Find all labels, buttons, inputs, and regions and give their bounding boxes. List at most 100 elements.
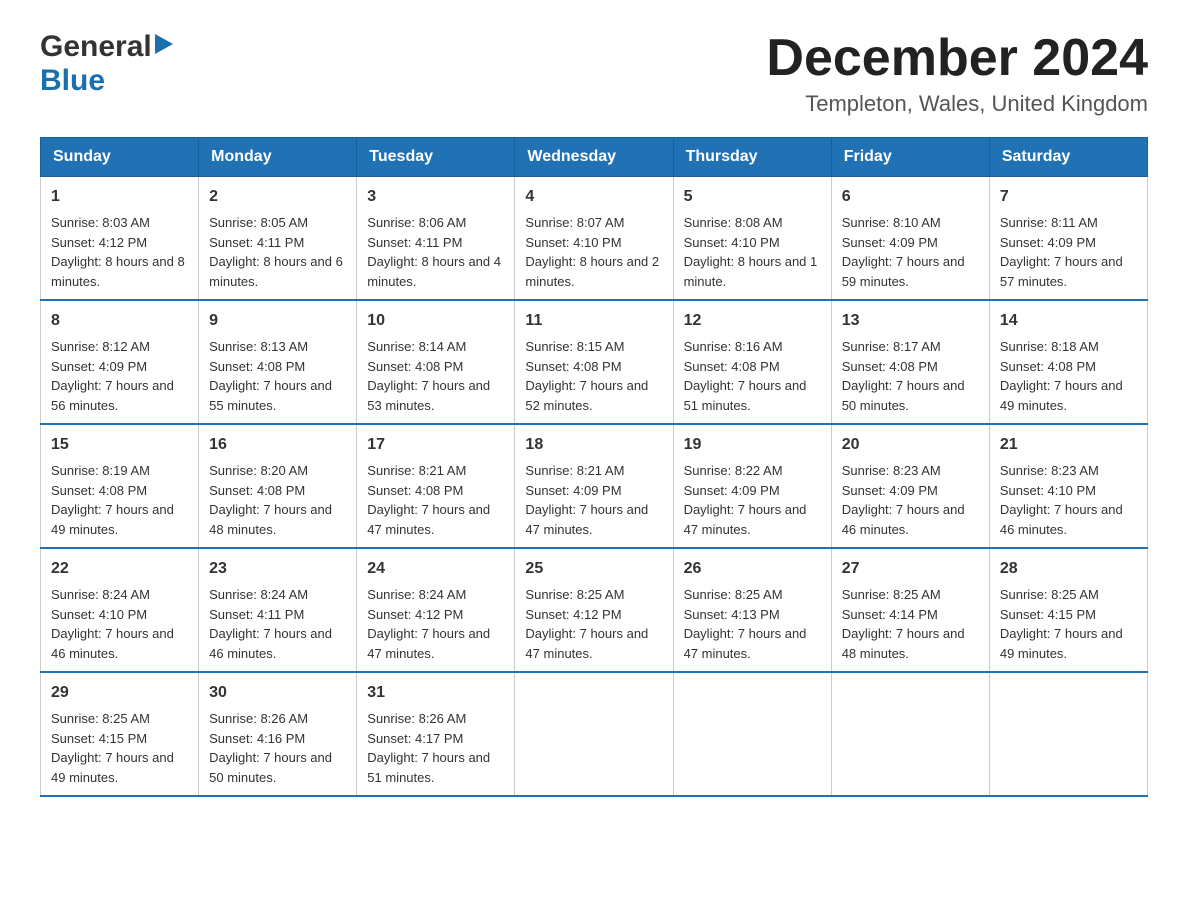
month-title: December 2024 — [766, 30, 1148, 87]
day-number: 4 — [525, 185, 662, 209]
day-info: Sunrise: 8:15 AMSunset: 4:08 PMDaylight:… — [525, 339, 648, 413]
day-info: Sunrise: 8:25 AMSunset: 4:13 PMDaylight:… — [684, 587, 807, 661]
day-number: 8 — [51, 309, 188, 333]
col-saturday: Saturday — [989, 138, 1147, 177]
day-info: Sunrise: 8:26 AMSunset: 4:17 PMDaylight:… — [367, 711, 490, 785]
day-number: 21 — [1000, 433, 1137, 457]
col-friday: Friday — [831, 138, 989, 177]
calendar-cell: 7 Sunrise: 8:11 AMSunset: 4:09 PMDayligh… — [989, 177, 1147, 301]
calendar-header: Sunday Monday Tuesday Wednesday Thursday… — [41, 138, 1148, 177]
calendar-week-4: 22 Sunrise: 8:24 AMSunset: 4:10 PMDaylig… — [41, 548, 1148, 672]
day-info: Sunrise: 8:13 AMSunset: 4:08 PMDaylight:… — [209, 339, 332, 413]
day-number: 17 — [367, 433, 504, 457]
calendar-week-2: 8 Sunrise: 8:12 AMSunset: 4:09 PMDayligh… — [41, 300, 1148, 424]
calendar-cell: 9 Sunrise: 8:13 AMSunset: 4:08 PMDayligh… — [199, 300, 357, 424]
day-info: Sunrise: 8:06 AMSunset: 4:11 PMDaylight:… — [367, 215, 501, 289]
logo-general-text: General — [40, 30, 152, 64]
day-info: Sunrise: 8:24 AMSunset: 4:10 PMDaylight:… — [51, 587, 174, 661]
day-number: 9 — [209, 309, 346, 333]
calendar-cell — [515, 672, 673, 796]
day-info: Sunrise: 8:24 AMSunset: 4:11 PMDaylight:… — [209, 587, 332, 661]
col-thursday: Thursday — [673, 138, 831, 177]
calendar-cell: 8 Sunrise: 8:12 AMSunset: 4:09 PMDayligh… — [41, 300, 199, 424]
location-subtitle: Templeton, Wales, United Kingdom — [766, 91, 1148, 117]
day-number: 10 — [367, 309, 504, 333]
calendar-cell: 5 Sunrise: 8:08 AMSunset: 4:10 PMDayligh… — [673, 177, 831, 301]
day-info: Sunrise: 8:25 AMSunset: 4:15 PMDaylight:… — [51, 711, 174, 785]
day-info: Sunrise: 8:03 AMSunset: 4:12 PMDaylight:… — [51, 215, 185, 289]
calendar-cell: 6 Sunrise: 8:10 AMSunset: 4:09 PMDayligh… — [831, 177, 989, 301]
day-number: 19 — [684, 433, 821, 457]
day-info: Sunrise: 8:23 AMSunset: 4:10 PMDaylight:… — [1000, 463, 1123, 537]
page-header: General Blue December 2024 Templeton, Wa… — [40, 30, 1148, 117]
day-number: 22 — [51, 557, 188, 581]
day-info: Sunrise: 8:21 AMSunset: 4:08 PMDaylight:… — [367, 463, 490, 537]
calendar-cell — [673, 672, 831, 796]
day-number: 14 — [1000, 309, 1137, 333]
day-info: Sunrise: 8:12 AMSunset: 4:09 PMDaylight:… — [51, 339, 174, 413]
day-info: Sunrise: 8:08 AMSunset: 4:10 PMDaylight:… — [684, 215, 818, 289]
calendar-cell — [831, 672, 989, 796]
calendar-cell: 2 Sunrise: 8:05 AMSunset: 4:11 PMDayligh… — [199, 177, 357, 301]
col-wednesday: Wednesday — [515, 138, 673, 177]
day-info: Sunrise: 8:05 AMSunset: 4:11 PMDaylight:… — [209, 215, 343, 289]
day-info: Sunrise: 8:16 AMSunset: 4:08 PMDaylight:… — [684, 339, 807, 413]
calendar-cell: 3 Sunrise: 8:06 AMSunset: 4:11 PMDayligh… — [357, 177, 515, 301]
day-number: 30 — [209, 681, 346, 705]
calendar-cell — [989, 672, 1147, 796]
col-tuesday: Tuesday — [357, 138, 515, 177]
day-info: Sunrise: 8:11 AMSunset: 4:09 PMDaylight:… — [1000, 215, 1123, 289]
day-number: 16 — [209, 433, 346, 457]
calendar-cell: 12 Sunrise: 8:16 AMSunset: 4:08 PMDaylig… — [673, 300, 831, 424]
calendar-cell: 23 Sunrise: 8:24 AMSunset: 4:11 PMDaylig… — [199, 548, 357, 672]
day-info: Sunrise: 8:07 AMSunset: 4:10 PMDaylight:… — [525, 215, 659, 289]
day-info: Sunrise: 8:25 AMSunset: 4:14 PMDaylight:… — [842, 587, 965, 661]
calendar-week-5: 29 Sunrise: 8:25 AMSunset: 4:15 PMDaylig… — [41, 672, 1148, 796]
day-number: 23 — [209, 557, 346, 581]
day-info: Sunrise: 8:26 AMSunset: 4:16 PMDaylight:… — [209, 711, 332, 785]
calendar-table: Sunday Monday Tuesday Wednesday Thursday… — [40, 137, 1148, 797]
day-number: 29 — [51, 681, 188, 705]
calendar-cell: 1 Sunrise: 8:03 AMSunset: 4:12 PMDayligh… — [41, 177, 199, 301]
logo: General Blue — [40, 30, 173, 98]
calendar-week-3: 15 Sunrise: 8:19 AMSunset: 4:08 PMDaylig… — [41, 424, 1148, 548]
calendar-cell: 24 Sunrise: 8:24 AMSunset: 4:12 PMDaylig… — [357, 548, 515, 672]
day-number: 24 — [367, 557, 504, 581]
title-block: December 2024 Templeton, Wales, United K… — [766, 30, 1148, 117]
calendar-cell: 28 Sunrise: 8:25 AMSunset: 4:15 PMDaylig… — [989, 548, 1147, 672]
day-info: Sunrise: 8:17 AMSunset: 4:08 PMDaylight:… — [842, 339, 965, 413]
calendar-cell: 26 Sunrise: 8:25 AMSunset: 4:13 PMDaylig… — [673, 548, 831, 672]
day-info: Sunrise: 8:23 AMSunset: 4:09 PMDaylight:… — [842, 463, 965, 537]
calendar-cell: 22 Sunrise: 8:24 AMSunset: 4:10 PMDaylig… — [41, 548, 199, 672]
day-number: 28 — [1000, 557, 1137, 581]
calendar-cell: 15 Sunrise: 8:19 AMSunset: 4:08 PMDaylig… — [41, 424, 199, 548]
calendar-cell: 10 Sunrise: 8:14 AMSunset: 4:08 PMDaylig… — [357, 300, 515, 424]
day-number: 6 — [842, 185, 979, 209]
day-info: Sunrise: 8:10 AMSunset: 4:09 PMDaylight:… — [842, 215, 965, 289]
day-number: 2 — [209, 185, 346, 209]
calendar-cell: 21 Sunrise: 8:23 AMSunset: 4:10 PMDaylig… — [989, 424, 1147, 548]
calendar-cell: 20 Sunrise: 8:23 AMSunset: 4:09 PMDaylig… — [831, 424, 989, 548]
day-number: 26 — [684, 557, 821, 581]
calendar-cell: 14 Sunrise: 8:18 AMSunset: 4:08 PMDaylig… — [989, 300, 1147, 424]
header-row: Sunday Monday Tuesday Wednesday Thursday… — [41, 138, 1148, 177]
calendar-cell: 19 Sunrise: 8:22 AMSunset: 4:09 PMDaylig… — [673, 424, 831, 548]
calendar-cell: 13 Sunrise: 8:17 AMSunset: 4:08 PMDaylig… — [831, 300, 989, 424]
day-number: 1 — [51, 185, 188, 209]
calendar-cell: 16 Sunrise: 8:20 AMSunset: 4:08 PMDaylig… — [199, 424, 357, 548]
day-number: 13 — [842, 309, 979, 333]
calendar-cell: 25 Sunrise: 8:25 AMSunset: 4:12 PMDaylig… — [515, 548, 673, 672]
calendar-cell: 29 Sunrise: 8:25 AMSunset: 4:15 PMDaylig… — [41, 672, 199, 796]
day-info: Sunrise: 8:20 AMSunset: 4:08 PMDaylight:… — [209, 463, 332, 537]
day-number: 12 — [684, 309, 821, 333]
day-info: Sunrise: 8:25 AMSunset: 4:15 PMDaylight:… — [1000, 587, 1123, 661]
day-info: Sunrise: 8:25 AMSunset: 4:12 PMDaylight:… — [525, 587, 648, 661]
calendar-cell: 27 Sunrise: 8:25 AMSunset: 4:14 PMDaylig… — [831, 548, 989, 672]
calendar-cell: 18 Sunrise: 8:21 AMSunset: 4:09 PMDaylig… — [515, 424, 673, 548]
calendar-cell: 17 Sunrise: 8:21 AMSunset: 4:08 PMDaylig… — [357, 424, 515, 548]
day-info: Sunrise: 8:14 AMSunset: 4:08 PMDaylight:… — [367, 339, 490, 413]
day-info: Sunrise: 8:18 AMSunset: 4:08 PMDaylight:… — [1000, 339, 1123, 413]
calendar-cell: 31 Sunrise: 8:26 AMSunset: 4:17 PMDaylig… — [357, 672, 515, 796]
logo-arrow-icon — [155, 34, 173, 59]
day-info: Sunrise: 8:19 AMSunset: 4:08 PMDaylight:… — [51, 463, 174, 537]
